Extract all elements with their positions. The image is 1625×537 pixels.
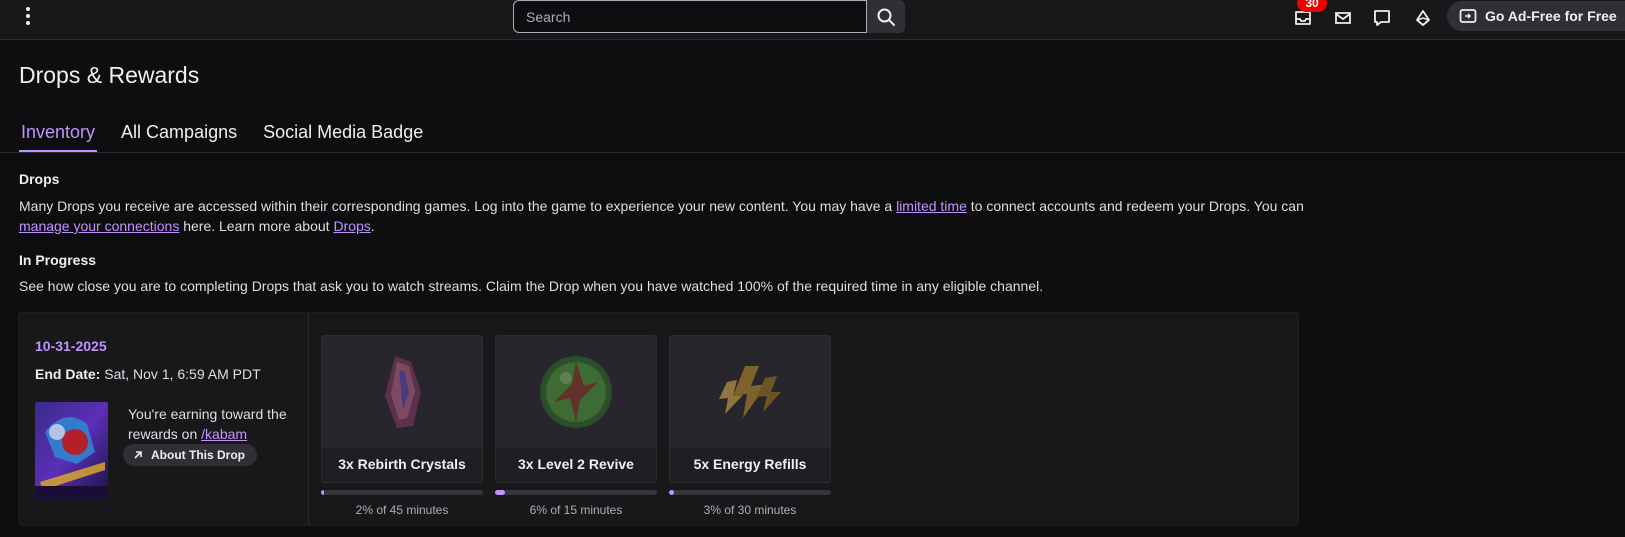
reward-progress-bar bbox=[321, 490, 483, 495]
manage-connections-link[interactable]: manage your connections bbox=[19, 218, 179, 234]
reward-name: 3x Rebirth Crystals bbox=[338, 456, 466, 472]
whispers-inbox-button[interactable] bbox=[1330, 5, 1356, 31]
channel-link[interactable]: /kabam bbox=[201, 426, 247, 442]
reward-item: 5x Energy Refills 3% of 30 minutes bbox=[669, 335, 831, 517]
reward-progress-fill bbox=[495, 490, 505, 495]
about-this-drop-label: About This Drop bbox=[151, 448, 245, 462]
tabs-divider bbox=[0, 152, 1625, 153]
reward-progress-bar bbox=[495, 490, 657, 495]
about-this-drop-button[interactable]: About This Drop bbox=[123, 444, 257, 466]
limited-time-link[interactable]: limited time bbox=[896, 198, 967, 214]
tab-bar: Inventory All Campaigns Social Media Bad… bbox=[19, 118, 425, 152]
drops-text-1: Many Drops you receive are accessed with… bbox=[19, 198, 897, 214]
notification-count-badge: 30 bbox=[1297, 0, 1327, 12]
rebirth-crystals-image bbox=[322, 336, 482, 448]
envelope-icon bbox=[1335, 12, 1351, 24]
reward-tile[interactable]: 5x Energy Refills bbox=[669, 335, 831, 483]
arrow-up-right-icon bbox=[134, 451, 142, 459]
reward-progress-text: 6% of 15 minutes bbox=[529, 503, 623, 517]
tab-all-campaigns[interactable]: All Campaigns bbox=[119, 118, 239, 151]
search-bar bbox=[513, 0, 905, 33]
bits-diamond-icon bbox=[1416, 10, 1430, 26]
drops-description: Many Drops you receive are accessed with… bbox=[19, 196, 1309, 236]
search-input[interactable] bbox=[513, 0, 867, 33]
drops-learn-more-link[interactable]: Drops bbox=[333, 218, 370, 234]
campaign-info: 10-31-2025 End Date: Sat, Nov 1, 6:59 AM… bbox=[19, 313, 309, 525]
drops-text-2: to connect accounts and redeem your Drop… bbox=[966, 198, 1304, 214]
reward-name: 5x Energy Refills bbox=[693, 456, 807, 472]
drops-text-4: . bbox=[370, 218, 375, 234]
reward-progress-fill bbox=[321, 490, 325, 495]
reward-name: 3x Level 2 Revive bbox=[518, 456, 634, 472]
ad-free-icon bbox=[1459, 9, 1477, 23]
tab-social-media-badge[interactable]: Social Media Badge bbox=[261, 118, 425, 151]
energy-refills-image bbox=[670, 336, 830, 448]
level-2-revive-image bbox=[496, 336, 656, 448]
whispers-button[interactable] bbox=[1369, 5, 1395, 31]
more-menu-icon[interactable] bbox=[18, 4, 38, 28]
earning-text: You're earning toward the rewards on /ka… bbox=[128, 404, 288, 444]
campaign-date: 10-31-2025 bbox=[35, 338, 107, 354]
go-ad-free-button[interactable]: Go Ad-Free for Free bbox=[1447, 1, 1625, 31]
search-button[interactable] bbox=[867, 0, 905, 33]
end-date-label: End Date: bbox=[35, 366, 101, 382]
bits-button[interactable] bbox=[1410, 5, 1436, 31]
reward-progress-fill bbox=[669, 490, 674, 495]
page-title: Drops & Rewards bbox=[19, 62, 200, 88]
search-icon bbox=[877, 8, 895, 26]
chat-bubble-icon bbox=[1374, 10, 1390, 26]
drops-heading: Drops bbox=[19, 171, 60, 187]
campaign-card: 10-31-2025 End Date: Sat, Nov 1, 6:59 AM… bbox=[18, 312, 1299, 526]
reward-progress-bar bbox=[669, 490, 831, 495]
game-box-art[interactable] bbox=[35, 402, 108, 499]
reward-tile[interactable]: 3x Level 2 Revive bbox=[495, 335, 657, 483]
reward-progress-text: 3% of 30 minutes bbox=[703, 503, 797, 517]
reward-tile[interactable]: 3x Rebirth Crystals bbox=[321, 335, 483, 483]
drops-text-3: here. Learn more about bbox=[179, 218, 334, 234]
reward-item: 3x Rebirth Crystals 2% of 45 minutes bbox=[321, 335, 483, 517]
reward-progress-text: 2% of 45 minutes bbox=[355, 503, 449, 517]
end-date-value: Sat, Nov 1, 6:59 AM PDT bbox=[100, 366, 261, 382]
tab-inventory[interactable]: Inventory bbox=[19, 118, 98, 152]
reward-item: 3x Level 2 Revive 6% of 15 minutes bbox=[495, 335, 657, 517]
in-progress-description: See how close you are to completing Drop… bbox=[19, 278, 1044, 294]
in-progress-heading: In Progress bbox=[19, 252, 97, 268]
go-ad-free-label: Go Ad-Free for Free bbox=[1485, 8, 1617, 24]
top-nav: 30 Go Ad-Free for Free bbox=[0, 0, 1625, 40]
campaign-end-date: End Date: Sat, Nov 1, 6:59 AM PDT bbox=[35, 366, 261, 382]
